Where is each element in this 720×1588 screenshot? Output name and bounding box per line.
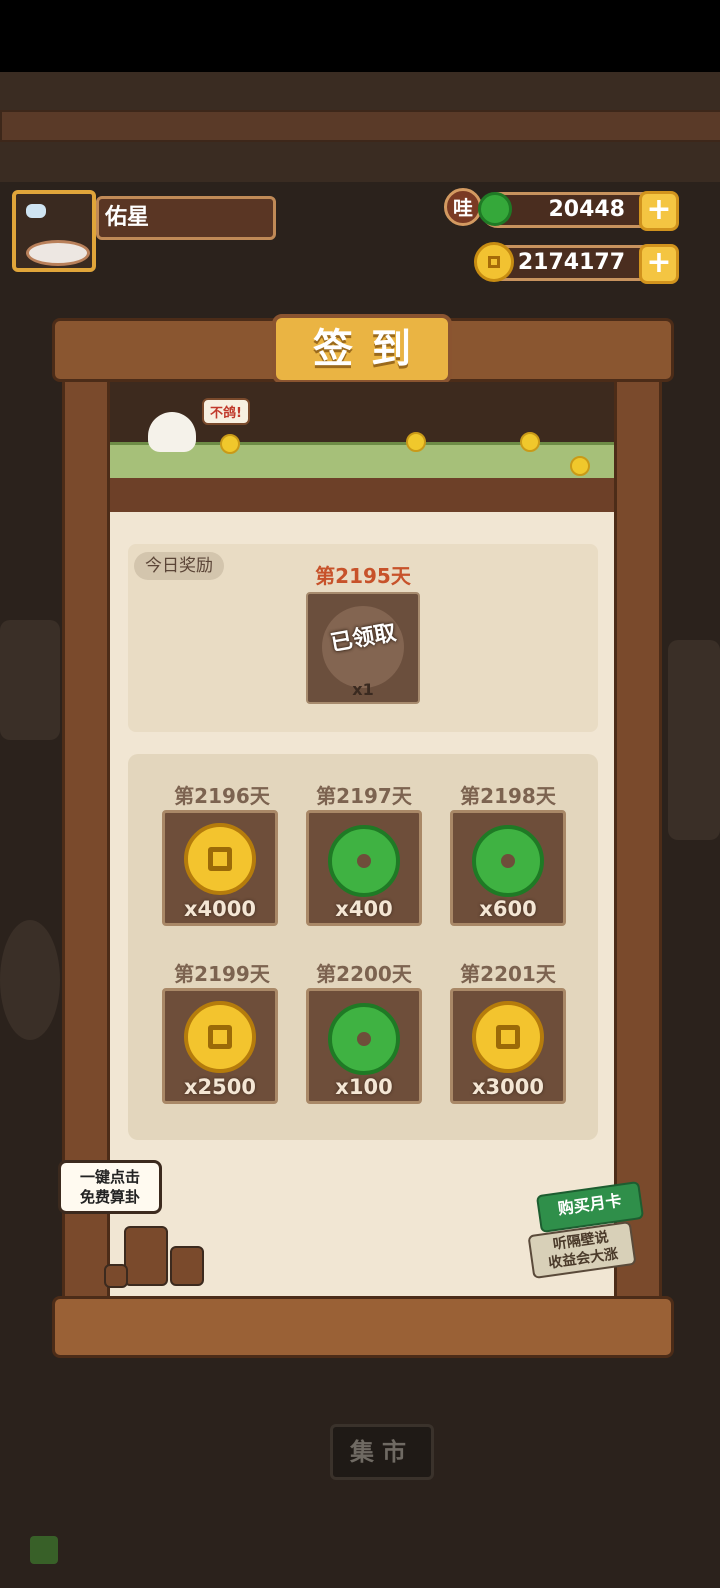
jar-icon bbox=[124, 1226, 168, 1286]
jade-icon bbox=[478, 192, 512, 226]
jade-amount: 20448 bbox=[548, 197, 625, 222]
jade-icon bbox=[328, 1003, 400, 1075]
player-name[interactable]: 佑星 bbox=[96, 196, 276, 240]
coin-icon bbox=[472, 1001, 544, 1073]
chicken-speech: 不鸽! bbox=[202, 398, 250, 425]
background-prop bbox=[668, 640, 720, 840]
jade-badge: 哇 bbox=[444, 188, 482, 226]
flower-icon bbox=[406, 432, 426, 452]
today-day-label: 第2195天 bbox=[315, 564, 411, 588]
reward-day-label: 第2198天 bbox=[460, 784, 556, 808]
reward-qty: x400 bbox=[335, 897, 393, 921]
board-bottom-beam bbox=[52, 1296, 674, 1358]
coin-icon bbox=[474, 242, 514, 282]
coin-amount: 2174177 bbox=[517, 250, 625, 275]
reward-qty: x4000 bbox=[184, 897, 256, 921]
jar-icon bbox=[104, 1264, 128, 1288]
reward-qty: x600 bbox=[479, 897, 537, 921]
jade-icon bbox=[472, 825, 544, 897]
background-prop bbox=[0, 920, 60, 1040]
reward-item[interactable]: x100 bbox=[306, 988, 422, 1104]
reward-day-label: 第2199天 bbox=[174, 962, 270, 986]
chicken-icon bbox=[148, 412, 196, 452]
status-bar bbox=[0, 0, 720, 72]
flower-icon bbox=[220, 434, 240, 454]
reward-day-label: 第2196天 bbox=[174, 784, 270, 808]
faucet-icon bbox=[26, 204, 46, 218]
jar-icon bbox=[170, 1246, 204, 1286]
coin-icon bbox=[184, 1001, 256, 1073]
reward-item[interactable]: x400 bbox=[306, 810, 422, 926]
market-button[interactable]: 集市 bbox=[330, 1424, 434, 1480]
reward-item[interactable]: x3000 bbox=[450, 988, 566, 1104]
reward-qty: x100 bbox=[335, 1075, 393, 1099]
reward-item[interactable]: x4000 bbox=[162, 810, 278, 926]
reward-day-label: 第2200天 bbox=[316, 962, 412, 986]
month-card-sign[interactable]: 购买月卡 听隔壁说 收益会大涨 bbox=[527, 1180, 650, 1280]
reward-qty: x3000 bbox=[472, 1075, 544, 1099]
roof-beam bbox=[0, 110, 720, 142]
shelf bbox=[110, 478, 614, 512]
corner-widget bbox=[30, 1536, 58, 1564]
today-reward-qty: x1 bbox=[352, 680, 374, 699]
add-jade-button[interactable]: + bbox=[639, 191, 679, 231]
free-fortune-line1: 一键点击 bbox=[79, 1168, 140, 1186]
reward-item[interactable]: x600 bbox=[450, 810, 566, 926]
flower-icon bbox=[520, 432, 540, 452]
add-coin-button[interactable]: + bbox=[639, 244, 679, 284]
reward-item[interactable]: x2500 bbox=[162, 988, 278, 1104]
reward-day-label: 第2197天 bbox=[316, 784, 412, 808]
bathtub-icon bbox=[26, 240, 90, 266]
coin-icon bbox=[184, 823, 256, 895]
reward-qty: x2500 bbox=[184, 1075, 256, 1099]
jade-icon bbox=[328, 825, 400, 897]
free-fortune-bubble[interactable]: 一键点击 免费算卦 bbox=[58, 1160, 162, 1214]
checkin-title: 签到 bbox=[272, 314, 452, 384]
garden-decoration bbox=[110, 382, 614, 512]
free-fortune-line2: 免费算卦 bbox=[79, 1188, 140, 1206]
player-avatar[interactable] bbox=[12, 190, 96, 272]
reward-day-label: 第2201天 bbox=[460, 962, 556, 986]
flower-icon bbox=[570, 456, 590, 476]
today-reward-tag: 今日奖励 bbox=[134, 552, 224, 580]
background-prop bbox=[0, 620, 60, 740]
